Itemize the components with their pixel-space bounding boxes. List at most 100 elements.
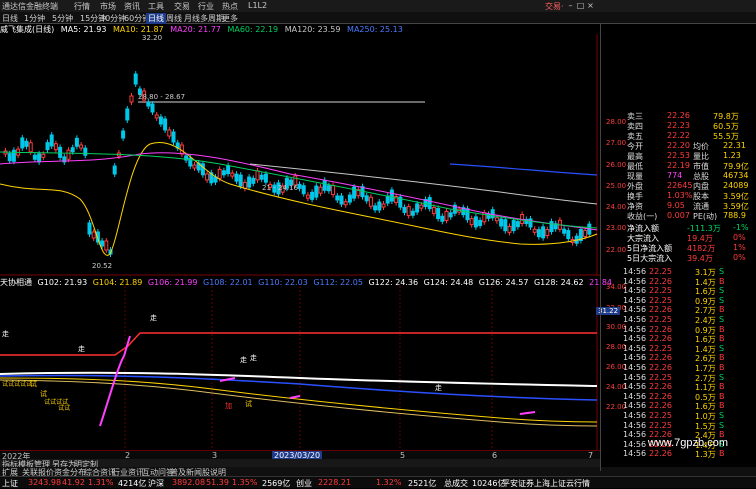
candle-body bbox=[410, 210, 415, 216]
menu-item[interactable]: 行情 bbox=[74, 1, 90, 12]
quote-row: 最高 22.53 量比 1.23 bbox=[605, 151, 755, 161]
svg-text:试试试试试: 试试试试试 bbox=[2, 380, 32, 388]
indicator-chart[interactable]: 走 走 走 走 走 走 加 试 试 试 试试试试试 试试试试 试试 bbox=[0, 286, 600, 450]
tick-side: S bbox=[719, 267, 725, 276]
tick-side: S bbox=[719, 372, 725, 382]
candle-body bbox=[503, 219, 508, 232]
index-name[interactable]: 上证 bbox=[2, 478, 18, 489]
index-name[interactable]: 创业 bbox=[296, 478, 312, 489]
candle-body bbox=[28, 142, 33, 153]
candle-body bbox=[352, 186, 357, 199]
fund-flow-row: 5日净流入额 4182万 1% bbox=[605, 243, 755, 253]
candle-body bbox=[301, 185, 306, 195]
candle-body bbox=[465, 208, 470, 221]
candle-body bbox=[419, 204, 424, 209]
candle-body bbox=[339, 195, 344, 205]
candle-body bbox=[32, 154, 37, 160]
quote-row: 净资 9.05 流通 3.59亿 bbox=[605, 201, 755, 211]
menu-item[interactable]: 工具 bbox=[148, 1, 164, 12]
quote-label: 收益(一) bbox=[627, 212, 658, 221]
range-annotation-2: 21 - 24.16 bbox=[262, 184, 298, 192]
minimize-icon[interactable]: – bbox=[566, 1, 575, 11]
quote-price: 0.007 bbox=[667, 211, 690, 220]
candle-body bbox=[133, 73, 138, 85]
candle-body bbox=[507, 225, 512, 233]
quote-value: 24089 bbox=[723, 181, 749, 190]
tick-row: 14:56 22.26 1.6万 B bbox=[623, 401, 743, 411]
quote-price: 22.26 bbox=[667, 111, 690, 120]
candle-body bbox=[158, 116, 163, 125]
tick-side: B bbox=[719, 353, 725, 363]
tick-side: B bbox=[719, 363, 725, 372]
menu-item[interactable]: 市场 bbox=[100, 1, 116, 12]
tick-price: 22.26 bbox=[649, 276, 672, 286]
candle-body bbox=[104, 240, 109, 251]
quote-row: 最低 22.19 市值 79.9亿 bbox=[605, 161, 755, 171]
candle-body bbox=[536, 229, 541, 238]
period-tab[interactable]: 30分钟 bbox=[100, 13, 126, 24]
total-turnover-label: 总成交 bbox=[444, 479, 468, 488]
candle-body bbox=[112, 165, 117, 175]
candle-body bbox=[347, 194, 352, 203]
tick-side: B bbox=[719, 305, 725, 315]
tick-time: 14:56 bbox=[623, 372, 647, 382]
candle-body bbox=[431, 206, 436, 214]
quote-price: 22.19 bbox=[667, 161, 690, 170]
candle-body bbox=[226, 165, 231, 175]
candle-body bbox=[436, 208, 441, 220]
candle-body bbox=[100, 240, 105, 247]
news-ticker[interactable]: 平安证券上海上证云行情 bbox=[502, 478, 590, 489]
index-name[interactable]: 沪深 bbox=[148, 478, 164, 489]
candle-body bbox=[377, 201, 382, 211]
candle-body bbox=[24, 140, 29, 147]
status-bar: 上证 3243.98 41.92 1.31% 4214亿 沪深 3892.08 … bbox=[0, 476, 756, 488]
ma-legend: 威飞集成(日线) MA5: 21.93 MA10: 21.87 MA20: 21… bbox=[0, 24, 407, 34]
menu-item[interactable]: 交易 bbox=[174, 1, 190, 12]
menu-item[interactable]: 热点 bbox=[222, 1, 238, 12]
menu-item[interactable]: L1L2 bbox=[248, 1, 267, 10]
menu-item[interactable]: 行业 bbox=[198, 1, 214, 12]
signal-mark: 试 bbox=[40, 389, 47, 398]
candle-body bbox=[20, 137, 25, 149]
signal-mark: 走 bbox=[240, 356, 247, 364]
tick-row: 14:56 22.26 2.7万 B bbox=[623, 305, 743, 315]
candle-body bbox=[389, 189, 394, 202]
period-tab[interactable]: 日线 bbox=[2, 13, 18, 24]
quote-price: 22.20 bbox=[667, 141, 690, 150]
index-change: 51.39 bbox=[206, 478, 229, 487]
period-tab[interactable]: 1分钟 bbox=[24, 13, 45, 24]
tick-side: S bbox=[719, 420, 725, 430]
ma120-label: MA120: 23.59 bbox=[284, 25, 341, 34]
candle-body bbox=[566, 230, 571, 240]
fund-flow-row: 5日大宗流入 39.4万 0% bbox=[605, 253, 755, 263]
tick-price: 22.26 bbox=[649, 324, 672, 334]
period-tab[interactable]: 多周期 bbox=[200, 13, 224, 24]
signal-mark: 走 bbox=[2, 330, 9, 338]
candle-body bbox=[385, 195, 390, 204]
tick-row: 14:56 22.26 2.6万 B bbox=[623, 353, 743, 363]
signal-mark: 走 bbox=[78, 345, 85, 353]
period-tab[interactable]: 月线 bbox=[184, 13, 200, 24]
candle-body bbox=[255, 170, 260, 181]
candle-body bbox=[381, 203, 386, 208]
maximize-icon[interactable]: □ bbox=[576, 1, 585, 11]
menu-item[interactable]: 资讯 bbox=[124, 1, 140, 12]
flow-label: 5日大宗流入 bbox=[627, 254, 673, 263]
tick-time: 14:56 bbox=[623, 267, 647, 276]
tick-price: 22.25 bbox=[649, 411, 672, 420]
candle-body bbox=[549, 221, 554, 233]
ma20-label: MA20: 21.77 bbox=[170, 25, 221, 34]
flow-pct: 0% bbox=[733, 233, 746, 242]
candle-body bbox=[406, 206, 411, 217]
more-button[interactable]: 更多 bbox=[222, 13, 238, 24]
candle-body bbox=[37, 153, 42, 163]
period-tab-active[interactable]: 日线 bbox=[146, 13, 166, 24]
period-tab[interactable]: 5分钟 bbox=[52, 13, 73, 24]
candle-body bbox=[310, 191, 315, 200]
candle-body bbox=[532, 228, 537, 233]
quote-value: 46734 bbox=[723, 171, 749, 180]
period-tab[interactable]: 周线 bbox=[166, 13, 182, 24]
signal-mark: 试 bbox=[245, 399, 252, 408]
candlestick-chart[interactable]: 32.20 28.80 - 28.67 21 - 24.16 20.52 28.… bbox=[0, 34, 600, 276]
close-icon[interactable]: × bbox=[586, 1, 595, 11]
